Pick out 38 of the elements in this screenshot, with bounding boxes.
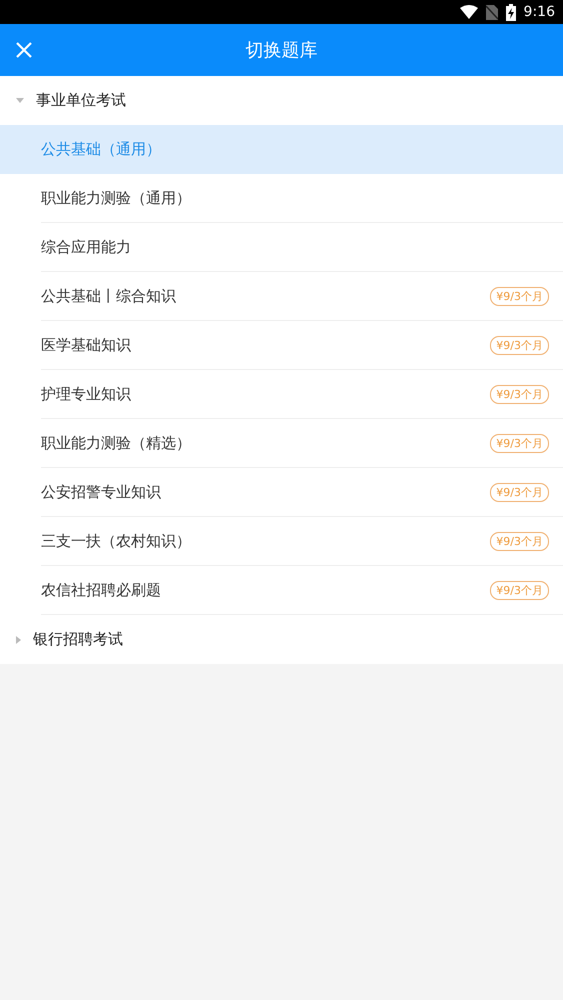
subject-name: 农信社招聘必刷题 — [41, 580, 161, 600]
subject-name: 综合应用能力 — [41, 238, 131, 256]
category-row[interactable]: 事业单位考试 — [0, 76, 563, 125]
subject-name: 公共基础（通用） — [41, 140, 161, 158]
subject-item[interactable]: 职业能力测验（通用） — [41, 174, 563, 223]
price-tag: ¥9/3个月 — [490, 434, 549, 452]
close-icon — [16, 42, 32, 58]
subject-item[interactable]: 护理专业知识 ¥9/3个月 — [41, 370, 563, 419]
status-time: 9:16 — [524, 4, 555, 20]
category-name: 事业单位考试 — [36, 91, 126, 110]
caret-right-icon — [16, 636, 21, 644]
subject-name: 医学基础知识 — [41, 336, 131, 354]
no-sim-icon — [486, 4, 498, 20]
category-row[interactable]: 银行招聘考试 — [0, 615, 563, 664]
header-title: 切换题库 — [246, 39, 318, 62]
subject-item[interactable]: 职业能力测验（精选） ¥9/3个月 — [41, 419, 563, 468]
subject-name: 职业能力测验（精选） — [41, 434, 191, 452]
subject-name: 职业能力测验（通用） — [41, 188, 191, 208]
subject-name: 公安招警专业知识 — [41, 482, 161, 502]
price-tag: ¥9/3个月 — [490, 482, 549, 502]
battery-charging-icon — [506, 4, 516, 20]
subject-name: 三支一扶（农村知识） — [41, 532, 191, 550]
subject-item[interactable]: 医学基础知识 ¥9/3个月 — [41, 321, 563, 370]
subject-item[interactable]: 公共基础丨综合知识 ¥9/3个月 — [41, 272, 563, 321]
price-tag: ¥9/3个月 — [490, 336, 549, 354]
price-tag: ¥9/3个月 — [490, 384, 549, 404]
price-tag: ¥9/3个月 — [490, 532, 549, 550]
subject-item[interactable]: 三支一扶（农村知识） ¥9/3个月 — [41, 517, 563, 566]
subject-item[interactable]: 公安招警专业知识 ¥9/3个月 — [41, 468, 563, 517]
subject-item[interactable]: 综合应用能力 — [41, 223, 563, 272]
price-tag: ¥9/3个月 — [490, 286, 549, 306]
subject-name: 护理专业知识 — [41, 384, 131, 404]
subject-name: 公共基础丨综合知识 — [41, 286, 176, 306]
caret-down-icon — [16, 98, 24, 103]
category-name: 银行招聘考试 — [33, 630, 123, 649]
wifi-icon — [460, 5, 478, 19]
price-tag: ¥9/3个月 — [490, 580, 549, 600]
subject-item[interactable]: 农信社招聘必刷题 ¥9/3个月 — [41, 566, 563, 615]
